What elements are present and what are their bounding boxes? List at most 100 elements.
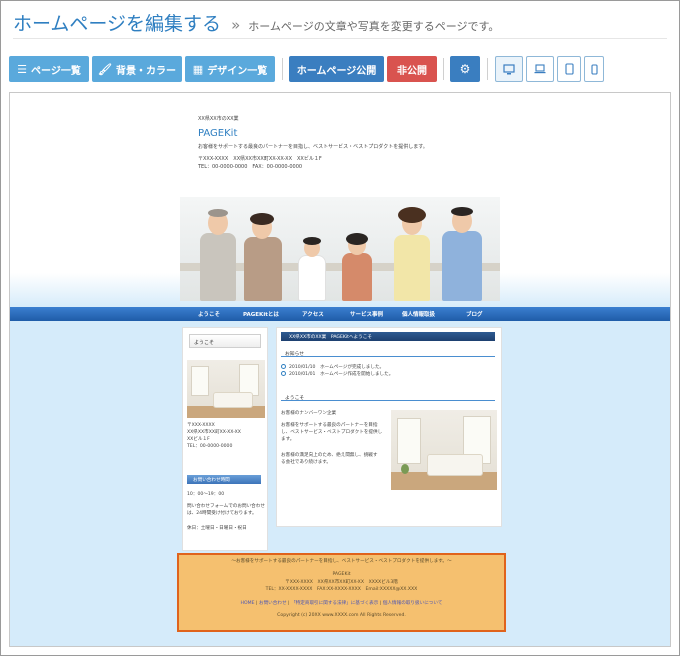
hero-person — [200, 233, 236, 301]
toolbar-divider — [282, 58, 283, 80]
hero-person — [244, 237, 282, 301]
nav-item-about[interactable]: PAGEKitとは — [243, 310, 279, 318]
editor-toolbar: ☰ ページ一覧 🖌 背景・カラー ▦ デザイン一覧 ホームページ公開 非公開 ⚙ — [9, 56, 679, 82]
sidebar-welcome-box[interactable]: ようこそ — [189, 334, 261, 348]
welcome-text-1[interactable]: お客様のナンバーワン企業 — [281, 410, 336, 417]
sidebar-contact-heading[interactable]: お問い合わせ時間 — [187, 475, 261, 484]
phone-view-button[interactable] — [584, 56, 604, 82]
news-item[interactable]: 2010/01/10 ホームページが完成しました。 — [281, 364, 384, 371]
hero-person — [394, 235, 430, 301]
main-room-image[interactable] — [391, 410, 497, 490]
page-subtitle: ホームページの文章や写真を変更するページです。 — [248, 20, 500, 33]
footer-links: HOME | お問い合わせ | 「特定商取引に関する法律」に基づく表示 | 個人… — [179, 600, 504, 606]
footer-tagline: ～お客様をサポートする最良のパートナーを目指し、ベストサービス・ベストプロダクト… — [231, 559, 452, 564]
design-list-button[interactable]: ▦ デザイン一覧 — [185, 56, 275, 82]
desktop-view-button[interactable] — [495, 56, 523, 82]
editor-window: ホームページを編集する » ホームページの文章や写真を変更するページです。 ☰ … — [0, 0, 680, 656]
hero-hair — [250, 213, 274, 225]
bullet-icon — [281, 371, 286, 376]
sidebar-note-1: 問い合わせフォームでのお問い合わせ — [187, 504, 265, 509]
news-item[interactable]: 2010/01/01 ホームページ作成を開始しました。 — [281, 371, 393, 378]
settings-button[interactable]: ⚙ — [450, 56, 480, 82]
unpublish-button[interactable]: 非公開 — [387, 56, 437, 82]
room-window — [397, 418, 421, 464]
page-header: ホームページを編集する » ホームページの文章や写真を変更するページです。 — [13, 9, 667, 39]
welcome-text-2b[interactable]: し、ベストサービス・ベストプロダクトを提供し — [281, 429, 382, 436]
welcome-section-title[interactable]: ようこそ — [281, 392, 495, 401]
site-description[interactable]: お客様をサポートする最良のパートナーを目指し、ベストサービス・ベストプロダクトを… — [198, 143, 428, 150]
page-title: ホームページを編集する — [13, 13, 222, 35]
footer-contact: TEL：XX-XXXX-XXXX FAX:XX-XXXX-XXXX Email:… — [265, 587, 418, 592]
desktop-icon — [503, 63, 515, 74]
footer-address: 〒XXX-XXXX XX県XX市XX町XX-XX XXXXビル3階 — [285, 580, 398, 585]
room-window — [191, 366, 209, 396]
welcome-text-2c[interactable]: ます。 — [281, 436, 294, 443]
sidebar-address-2: XXビル１F — [187, 437, 210, 442]
tablet-icon — [564, 63, 574, 75]
site-main-content: XX県XX市のXX業 PAGEKitへようこそ お知らせ 2010/01/10 … — [276, 327, 502, 527]
site-footer-selected[interactable]: ～お客様をサポートする最良のパートナーを目指し、ベストサービス・ベストプロダクト… — [177, 553, 506, 632]
welcome-text-2a[interactable]: お客様をサポートする最良のパートナーを目指 — [281, 422, 377, 429]
welcome-text-3a[interactable]: お客様の満足向上のため、絶え間無し、挑戦す — [281, 452, 377, 459]
footer-link-separator: | — [255, 601, 258, 606]
site-preview: XX県XX市のXX業 PAGEKit お客様をサポートする最良のパートナーを目指… — [9, 92, 671, 647]
site-address-block[interactable]: 〒XXX-XXXX XX県XX市XX町XX-XX-XX XXビル１F TEL：0… — [198, 155, 322, 171]
room-sofa — [213, 392, 253, 408]
nav-item-welcome[interactable]: ようこそ — [198, 310, 220, 318]
sidebar-room-image[interactable] — [187, 360, 265, 418]
bullet-icon — [281, 364, 286, 369]
site-company-location[interactable]: XX県XX市のXX業 — [198, 115, 239, 123]
site-global-nav: ようこそ PAGEKitとは アクセス サービス事例 個人情報取扱 ブログ — [10, 307, 670, 321]
site-sidebar: ようこそ 〒XXX-XXXX XX県XX市XX町XX-XX-XX XXビル１F … — [182, 327, 268, 551]
laptop-view-button[interactable] — [526, 56, 554, 82]
grid-icon: ▦ — [192, 62, 204, 76]
sidebar-hours: 10：00～19：00 — [187, 492, 225, 497]
footer-link-separator: | — [379, 601, 382, 606]
room-sofa — [427, 454, 483, 476]
footer-link-home[interactable]: HOME — [241, 601, 255, 606]
footer-link-privacy[interactable]: 個人情報の取り扱いについて — [383, 601, 443, 606]
sidebar-address-1: XX県XX市XX町XX-XX-XX — [187, 430, 241, 435]
sidebar-note-2: は、24時間受け付けております。 — [187, 511, 257, 516]
publish-button[interactable]: ホームページ公開 — [289, 56, 384, 82]
hero-hair — [451, 207, 473, 216]
footer-copyright: Copyright (c) 20XX www.XXXX.com All Righ… — [277, 613, 406, 618]
room-plant — [401, 464, 409, 474]
footer-link-contact[interactable]: お問い合わせ — [259, 601, 287, 606]
nav-item-blog[interactable]: ブログ — [466, 310, 483, 318]
hero-hair — [398, 207, 426, 223]
hero-hair — [346, 233, 368, 245]
background-color-button[interactable]: 🖌 背景・カラー — [92, 56, 182, 82]
nav-item-services[interactable]: サービス事例 — [350, 310, 383, 318]
site-tel-fax: TEL：00-0000-0000 FAX：00-0000-0000 — [198, 164, 303, 170]
toolbar-divider — [443, 58, 444, 80]
hero-person — [342, 253, 372, 301]
brush-icon: 🖌 — [98, 62, 112, 76]
site-address: 〒XXX-XXXX XX県XX市XX町XX-XX-XX XXビル１F — [198, 156, 322, 162]
laptop-icon — [534, 64, 546, 74]
list-icon: ☰ — [17, 62, 28, 76]
hero-person — [442, 231, 482, 301]
page-list-button[interactable]: ☰ ページ一覧 — [9, 56, 89, 82]
phone-icon — [590, 63, 598, 75]
nav-item-access[interactable]: アクセス — [302, 310, 324, 318]
gear-icon: ⚙ — [459, 62, 471, 76]
nav-item-privacy[interactable]: 個人情報取扱 — [402, 310, 435, 318]
news-section-title[interactable]: お知らせ — [281, 348, 495, 357]
toolbar-divider — [487, 58, 488, 80]
footer-company: PAGEKit — [332, 572, 351, 577]
sidebar-tel: TEL：00-0000-0000 — [187, 444, 233, 449]
tablet-view-button[interactable] — [557, 56, 581, 82]
main-heading[interactable]: XX県XX市のXX業 PAGEKitへようこそ — [281, 332, 495, 341]
footer-link-commerce-law[interactable]: 「特定商取引に関する法律」に基づく表示 — [291, 601, 378, 606]
hero-hair — [208, 209, 228, 217]
breadcrumb-separator: » — [231, 16, 241, 34]
sidebar-zip: 〒XXX-XXXX — [187, 423, 215, 428]
site-name[interactable]: PAGEKit — [198, 128, 237, 139]
hero-image[interactable] — [180, 197, 500, 301]
hero-person — [298, 255, 326, 301]
hero-hair — [303, 237, 321, 245]
welcome-text-3b[interactable]: る会社であり続けます。 — [281, 459, 331, 466]
footer-link-separator: | — [288, 601, 290, 606]
sidebar-holiday: 休日：土曜日・日曜日・祝日 — [187, 526, 247, 531]
